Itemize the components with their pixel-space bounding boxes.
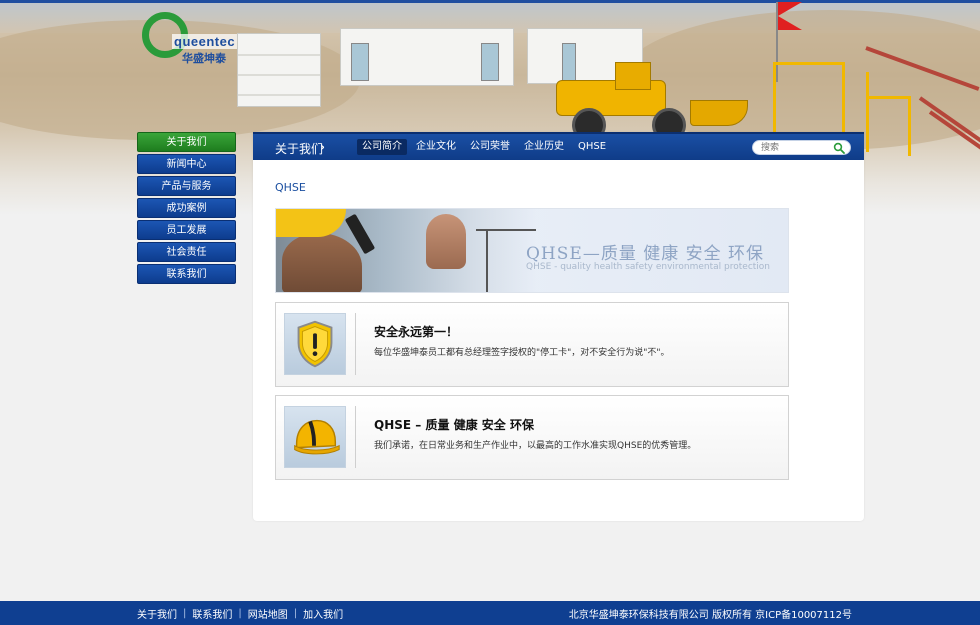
railing [908,96,911,156]
footer: 关于我们 | 联系我们 | 网站地图 | 加入我们 北京华盛坤泰环保科技有限公司… [0,601,980,625]
sidebar-item-news[interactable]: 新闻中心 [137,154,236,174]
worker-face [282,233,362,292]
banner-title: QHSE—质量 健康 安全 环保 [526,244,765,264]
card-text: 每位华盛坤泰员工都有总经理签字授权的"停工卡"，对不安全行为说"不"。 [374,348,670,358]
footer-link-contact[interactable]: 联系我们 [192,606,232,621]
footer-link-about[interactable]: 关于我们 [137,606,177,621]
crane-mast [486,229,488,292]
card-icon-box [284,406,346,468]
flag [778,2,802,30]
site-container [237,33,321,107]
shield-warning-icon [297,320,333,368]
sidebar-item-cases[interactable]: 成功案例 [137,198,236,218]
sub-nav-bar: 关于我们 › 公司简介 企业文化 公司荣誉 企业历史 QHSE [253,132,864,160]
card-title: 安全永远第一！ [374,325,459,339]
info-card-qhse: QHSE – 质量 健康 安全 环保 我们承诺，在日常业务和生产作业中，以最高的… [275,395,789,480]
sidebar-menu: 关于我们 新闻中心 产品与服务 成功案例 员工发展 社会责任 联系我们 [137,132,236,286]
banner-photo [276,209,536,292]
qhse-banner: QHSE—质量 健康 安全 环保 QHSE - quality health s… [275,208,789,293]
railing [842,62,845,132]
footer-link-join[interactable]: 加入我们 [303,606,343,621]
sidebar-item-contact[interactable]: 联系我们 [137,264,236,284]
logo-wordmark: queentec [172,34,238,49]
banner-subtitle: QHSE - quality health safety environment… [526,262,771,272]
railing [866,96,911,99]
footer-link-sitemap[interactable]: 网站地图 [248,606,288,621]
logo-chinese-name: 华盛坤泰 [182,52,226,65]
footer-copyright: 北京华盛坤泰环保科技有限公司 版权所有 京ICP备10007112号 [568,610,852,621]
page-title: QHSE [275,181,306,194]
site-container [340,28,514,86]
card-divider [355,406,356,468]
tab-culture[interactable]: 企业文化 [411,139,461,155]
sidebar-item-products[interactable]: 产品与服务 [137,176,236,196]
card-title: QHSE – 质量 健康 安全 环保 [374,418,534,432]
hardhat-icon [294,419,340,455]
footer-separator: | [293,608,298,619]
tab-honors[interactable]: 公司荣誉 [465,139,515,155]
search-icon[interactable] [833,142,845,154]
company-logo[interactable]: queentec 华盛坤泰 [142,12,238,65]
sidebar-item-responsibility[interactable]: 社会责任 [137,242,236,262]
railing [773,62,845,65]
footer-separator: | [238,608,242,619]
sidebar-item-staff[interactable]: 员工发展 [137,220,236,240]
card-divider [355,313,356,375]
tab-history[interactable]: 企业历史 [519,139,569,155]
nav-tabs: 公司简介 企业文化 公司荣誉 企业历史 QHSE [357,139,611,155]
loader-bucket [690,100,748,126]
main-panel: 关于我们 › 公司简介 企业文化 公司荣誉 企业历史 QHSE QHSE QHS… [253,132,864,521]
info-card-safety: 安全永远第一！ 每位华盛坤泰员工都有总经理签字授权的"停工卡"，对不安全行为说"… [275,302,789,387]
chevron-right-icon: › [320,140,325,154]
tab-qhse[interactable]: QHSE [573,139,611,155]
footer-separator: | [183,608,187,619]
card-icon-box [284,313,346,375]
tab-company-intro[interactable]: 公司简介 [357,139,407,155]
card-text: 我们承诺，在日常业务和生产作业中，以最高的工作水准实现QHSE的优秀管理。 [374,441,697,451]
thumbs-up-icon [426,214,466,269]
loader-cab [615,62,651,90]
footer-links: 关于我们 | 联系我们 | 网站地图 | 加入我们 [137,606,343,621]
railing [773,62,776,132]
hardhat-icon [276,209,346,237]
sidebar-item-about[interactable]: 关于我们 [137,132,236,152]
crane-boom [476,229,536,231]
nav-section-title: 关于我们 [275,142,324,156]
railing [866,72,869,152]
search-input[interactable] [761,142,831,154]
search-box [752,140,851,155]
